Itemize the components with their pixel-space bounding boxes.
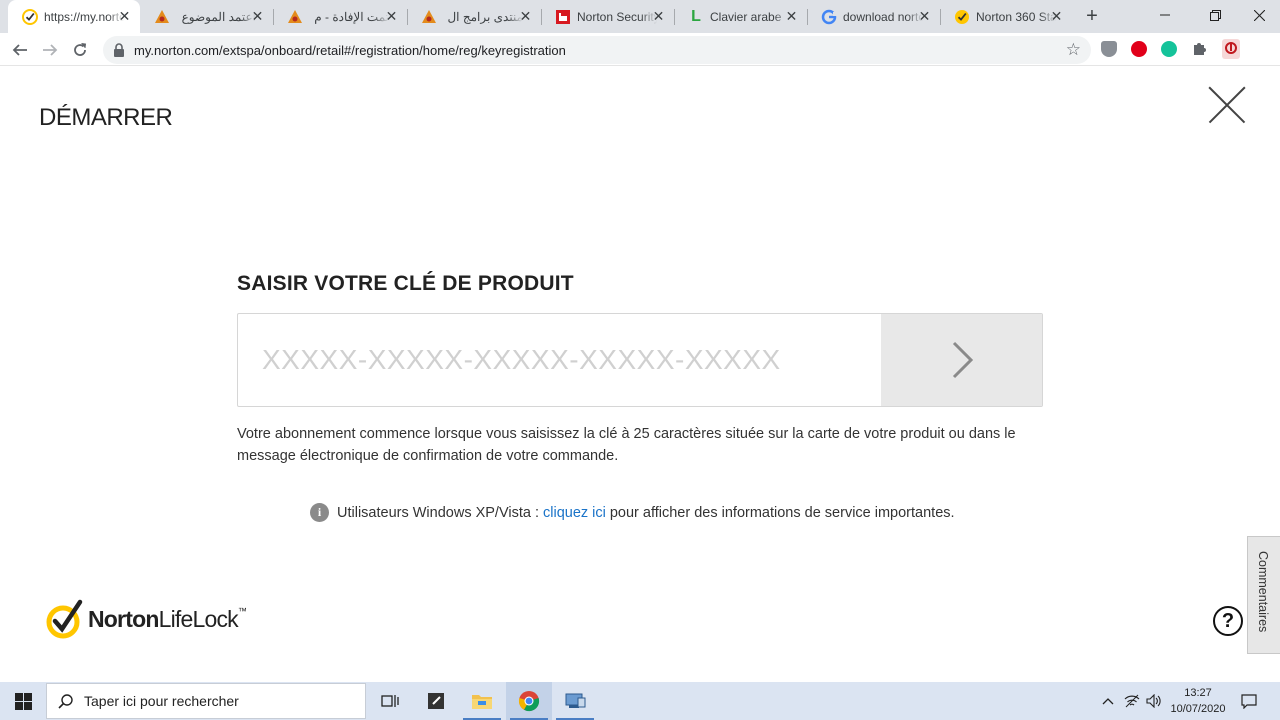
norton-checkmark-logo-icon: [46, 599, 83, 639]
grammarly-extension-icon[interactable]: [1161, 41, 1177, 57]
file-explorer-icon[interactable]: [459, 682, 505, 720]
tab-google-search[interactable]: download norto ✕: [807, 0, 940, 33]
notice-prefix: Utilisateurs Windows XP/Vista :: [337, 504, 539, 521]
forum-icon: [287, 9, 303, 25]
network-app-icon[interactable]: [552, 682, 598, 720]
tab-close-icon[interactable]: ✕: [117, 9, 132, 24]
volume-icon[interactable]: [1144, 682, 1164, 720]
wifi-icon[interactable]: [1122, 682, 1142, 720]
minimize-button[interactable]: [1142, 0, 1188, 30]
restore-button[interactable]: [1192, 0, 1238, 30]
chevron-right-icon: [952, 341, 973, 379]
window-close-button[interactable]: [1236, 0, 1280, 30]
tab-title: Norton 360 Sta: [976, 9, 1056, 24]
tab-norton-security[interactable]: Norton Security ✕: [541, 0, 674, 33]
tab-title: اعتمد الموضوع: [181, 9, 256, 24]
notice-suffix: pour afficher des informations de servic…: [609, 504, 955, 521]
norton-check-icon: [22, 8, 38, 25]
system-clock[interactable]: 13:27 10/07/2020: [1163, 685, 1233, 717]
task-view-icon[interactable]: [367, 682, 413, 720]
bookmark-star-icon[interactable]: ☆: [1066, 40, 1081, 60]
tab-close-icon[interactable]: ✕: [651, 9, 666, 24]
feedback-label: Commentaires: [1256, 551, 1270, 633]
feedback-tab[interactable]: Commentaires: [1247, 536, 1280, 654]
tab-title: download norto: [843, 9, 923, 24]
tab-close-icon[interactable]: ✕: [250, 9, 265, 24]
extensions-puzzle-icon[interactable]: [1191, 40, 1208, 57]
address-bar[interactable]: my.norton.com/extspa/onboard/retail#/reg…: [103, 36, 1091, 64]
clock-time: 13:27: [1184, 687, 1212, 699]
forum-icon: [421, 9, 437, 25]
tab-title: Clavier arabe: [710, 9, 782, 24]
info-icon: i: [310, 503, 329, 522]
tab-norton-registration[interactable]: https://my.norton ✕: [8, 0, 140, 33]
tab-title: منتدى برامج ال: [447, 9, 523, 24]
back-button[interactable]: [9, 39, 31, 61]
browser-toolbar: my.norton.com/extspa/onboard/retail#/reg…: [0, 33, 1280, 66]
page-title: DÉMARRER: [39, 104, 173, 131]
forward-button[interactable]: [39, 39, 61, 61]
profile-avatar[interactable]: [1222, 39, 1240, 59]
help-icon[interactable]: ?: [1213, 606, 1243, 636]
windows-logo-icon: [14, 692, 32, 710]
taskbar-search-input[interactable]: Taper ici pour rechercher: [46, 683, 366, 719]
shield-extension-icon[interactable]: [1101, 41, 1117, 57]
clavier-icon: L: [691, 7, 701, 25]
product-key-heading: SAISIR VOTRE CLÉ DE PRODUIT: [237, 272, 574, 295]
close-icon[interactable]: [1208, 86, 1246, 124]
clock-date: 10/07/2020: [1170, 703, 1226, 715]
product-key-form: [237, 313, 1043, 407]
start-button[interactable]: [0, 682, 46, 720]
tab-clavier-arabe[interactable]: L Clavier arabe ✕: [674, 0, 807, 33]
search-icon: [58, 694, 73, 709]
url-text[interactable]: my.norton.com/extspa/onboard/retail#/reg…: [134, 43, 566, 58]
norton-red-icon: [555, 9, 571, 25]
browser-tab-strip: https://my.norton ✕ اعتمد الموضوع ✕ تمت …: [0, 0, 1280, 33]
reload-icon: [74, 43, 87, 56]
tab-close-icon[interactable]: ✕: [917, 9, 932, 24]
product-key-input[interactable]: [238, 314, 882, 406]
tab-forum-3[interactable]: منتدى برامج ال ✕: [407, 0, 541, 33]
logo-wordmark: NortonLifeLock™: [88, 605, 247, 632]
tab-norton-360[interactable]: Norton 360 Sta ✕: [940, 0, 1072, 33]
lock-icon: [114, 43, 124, 57]
opera-extension-icon[interactable]: [1131, 41, 1147, 57]
nortonlifelock-logo: NortonLifeLock™: [46, 598, 247, 640]
tab-close-icon[interactable]: ✕: [1049, 9, 1064, 24]
notifications-icon[interactable]: [1236, 682, 1262, 720]
submit-key-button[interactable]: [881, 314, 1042, 406]
google-icon: [821, 9, 837, 25]
tab-forum-2[interactable]: تمت الإفادة - م ✕: [273, 0, 407, 33]
norton-check-icon: [954, 9, 970, 25]
tab-title: Norton Security: [577, 9, 657, 24]
chrome-icon[interactable]: [506, 682, 552, 720]
new-tab-button[interactable]: +: [1083, 6, 1101, 26]
forum-icon: [154, 9, 170, 25]
click-here-link[interactable]: cliquez ici: [543, 505, 606, 521]
tab-title: https://my.norton: [44, 9, 124, 24]
forward-arrow-icon: [43, 44, 58, 56]
tab-forum-1[interactable]: اعتمد الموضوع ✕: [140, 0, 273, 33]
windows-taskbar: Taper ici pour rechercher 13:27 10/07/20…: [0, 682, 1280, 720]
tab-close-icon[interactable]: ✕: [518, 9, 533, 24]
reload-button[interactable]: [69, 39, 91, 61]
tab-close-icon[interactable]: ✕: [784, 9, 799, 24]
tab-close-icon[interactable]: ✕: [384, 9, 399, 24]
key-help-text: Votre abonnement commence lorsque vous s…: [237, 426, 1016, 464]
show-hidden-icons-chevron-up-icon[interactable]: [1098, 682, 1118, 720]
search-placeholder: Taper ici pour rechercher: [84, 693, 239, 709]
back-arrow-icon: [12, 44, 27, 56]
tab-title: تمت الإفادة - م: [314, 9, 389, 24]
sticky-notes-icon[interactable]: [413, 682, 459, 720]
xp-vista-notice: i Utilisateurs Windows XP/Vista : clique…: [310, 503, 955, 522]
